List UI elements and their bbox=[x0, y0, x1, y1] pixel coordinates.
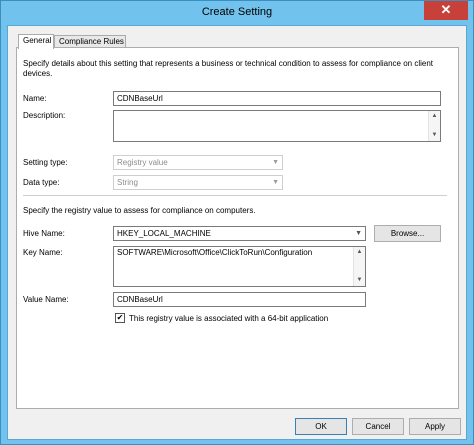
scroll-up-icon[interactable]: ▲ bbox=[354, 247, 365, 258]
ok-button[interactable]: OK bbox=[295, 418, 347, 435]
chevron-down-icon[interactable]: ▼ bbox=[355, 227, 362, 240]
data-type-value: String bbox=[117, 178, 138, 187]
key-name-scrollbar[interactable]: ▲ ▼ bbox=[353, 247, 365, 286]
hive-name-dropdown[interactable]: HKEY_LOCAL_MACHINE ▼ bbox=[113, 226, 366, 241]
x64-checkbox[interactable]: ✔ bbox=[115, 313, 125, 323]
data-type-label: Data type: bbox=[23, 178, 60, 187]
name-label: Name: bbox=[23, 94, 47, 103]
key-name-label: Key Name: bbox=[23, 248, 63, 257]
description-label: Description: bbox=[23, 111, 66, 120]
description-textarea[interactable]: ▲ ▼ bbox=[113, 110, 441, 142]
setting-type-dropdown: Registry value ▼ bbox=[113, 155, 283, 170]
value-name-label: Value Name: bbox=[23, 295, 69, 304]
general-tab-panel: Specify details about this setting that … bbox=[16, 47, 459, 409]
general-intro-text: Specify details about this setting that … bbox=[23, 59, 434, 78]
section-divider bbox=[23, 195, 447, 196]
dialog-client-area: General Compliance Rules Specify details… bbox=[7, 25, 467, 440]
hive-name-label: Hive Name: bbox=[23, 229, 65, 238]
setting-type-value: Registry value bbox=[117, 158, 168, 167]
scroll-down-icon[interactable]: ▼ bbox=[429, 130, 440, 141]
close-icon: ✕ bbox=[440, 2, 452, 17]
name-input[interactable]: CDNBaseUrl bbox=[113, 91, 441, 106]
hive-name-value: HKEY_LOCAL_MACHINE bbox=[117, 229, 211, 238]
registry-intro-text: Specify the registry value to assess for… bbox=[23, 206, 256, 215]
title-bar[interactable]: Create Setting ✕ bbox=[1, 1, 473, 25]
scroll-down-icon[interactable]: ▼ bbox=[354, 275, 365, 286]
checkmark-icon: ✔ bbox=[116, 313, 124, 322]
key-name-text: SOFTWARE\Microsoft\Office\ClickToRun\Con… bbox=[117, 248, 313, 257]
dialog-title: Create Setting bbox=[201, 6, 273, 18]
browse-button[interactable]: Browse... bbox=[374, 225, 441, 242]
key-name-textarea[interactable]: SOFTWARE\Microsoft\Office\ClickToRun\Con… bbox=[113, 246, 366, 287]
description-scrollbar[interactable]: ▲ ▼ bbox=[428, 111, 440, 141]
create-setting-dialog: Create Setting ✕ General Compliance Rule… bbox=[0, 0, 474, 445]
chevron-down-icon: ▼ bbox=[272, 159, 279, 166]
x64-checkbox-label[interactable]: This registry value is associated with a… bbox=[129, 314, 328, 323]
setting-type-label: Setting type: bbox=[23, 158, 68, 167]
apply-button[interactable]: Apply bbox=[409, 418, 461, 435]
close-button[interactable]: ✕ bbox=[424, 1, 468, 20]
tab-general[interactable]: General bbox=[18, 34, 54, 49]
data-type-dropdown: String ▼ bbox=[113, 175, 283, 190]
chevron-down-icon: ▼ bbox=[272, 179, 279, 186]
scroll-up-icon[interactable]: ▲ bbox=[429, 111, 440, 122]
value-name-input[interactable]: CDNBaseUrl bbox=[113, 292, 366, 307]
cancel-button[interactable]: Cancel bbox=[352, 418, 404, 435]
